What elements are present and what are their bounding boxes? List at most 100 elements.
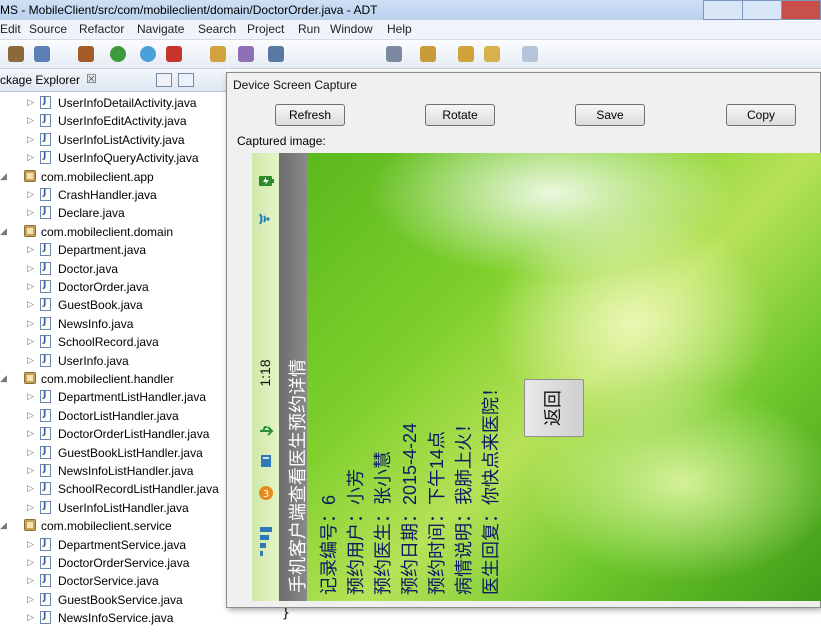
expanded-arrow-icon[interactable]: ◢ — [0, 226, 8, 236]
collapsed-arrow-icon[interactable]: ▷ — [27, 355, 35, 365]
menu-run[interactable]: Run — [298, 22, 320, 36]
copy-button[interactable]: Copy — [726, 104, 796, 126]
file-node[interactable]: ▷ GuestBookListHandler.java — [0, 444, 226, 462]
file-node[interactable]: ▷ NewsInfoService.java — [0, 609, 226, 627]
collapsed-arrow-icon[interactable]: ▷ — [27, 244, 35, 254]
collapsed-arrow-icon[interactable]: ▷ — [27, 263, 35, 273]
phone-page-title: 手机客户端查看医生预约详情 — [288, 359, 308, 593]
collapsed-arrow-icon[interactable]: ▷ — [27, 557, 35, 567]
menu-source[interactable]: Source — [29, 22, 67, 36]
file-node[interactable]: ▷ GuestBook.java — [0, 296, 226, 314]
menu-window[interactable]: Window — [330, 22, 373, 36]
menu-project[interactable]: Project — [247, 22, 284, 36]
collapsed-arrow-icon[interactable]: ▷ — [27, 410, 35, 420]
file-node[interactable]: ▷ DepartmentService.java — [0, 536, 226, 554]
file-node[interactable]: ▷ DoctorOrderService.java — [0, 554, 226, 572]
file-node[interactable]: ▷ UserInfoEditActivity.java — [0, 112, 226, 130]
file-node[interactable]: ▷ Declare.java — [0, 204, 226, 222]
menu-refactor[interactable]: Refactor — [79, 22, 124, 36]
collapsed-arrow-icon[interactable]: ▷ — [27, 502, 35, 512]
expanded-arrow-icon[interactable]: ◢ — [0, 171, 8, 181]
collapsed-arrow-icon[interactable]: ▷ — [27, 134, 35, 144]
debug-run-icon[interactable] — [140, 46, 156, 62]
file-node[interactable]: ▷ DoctorService.java — [0, 572, 226, 590]
rotate-button[interactable]: Rotate — [425, 104, 495, 126]
expanded-arrow-icon[interactable]: ◢ — [0, 373, 8, 383]
expanded-arrow-icon[interactable]: ◢ — [0, 520, 8, 530]
file-node[interactable]: ▷ UserInfoListHandler.java — [0, 499, 226, 517]
run-icon[interactable] — [110, 46, 126, 62]
search-icon[interactable] — [268, 46, 284, 62]
external-tools-icon[interactable] — [166, 46, 182, 62]
collapsed-arrow-icon[interactable]: ▷ — [27, 207, 35, 217]
annotation-icon[interactable] — [386, 46, 402, 62]
collapsed-arrow-icon[interactable]: ▷ — [27, 594, 35, 604]
package-node[interactable]: ◢ com.mobileclient.domain — [0, 223, 226, 241]
tool-icon[interactable] — [78, 46, 94, 62]
refresh-button[interactable]: Refresh — [275, 104, 345, 126]
debug-icon[interactable] — [8, 46, 24, 62]
notification-count: 3 — [263, 489, 269, 500]
package-node[interactable]: ◢ com.mobileclient.service — [0, 517, 226, 535]
file-node[interactable]: ▷ SchoolRecord.java — [0, 333, 226, 351]
collapsed-arrow-icon[interactable]: ▷ — [27, 465, 35, 475]
forward-arrow-icon[interactable] — [484, 46, 500, 62]
tree-label: Doctor.java — [58, 261, 119, 276]
file-node[interactable]: ▷ NewsInfoListHandler.java — [0, 462, 226, 480]
file-node[interactable]: ▷ DoctorListHandler.java — [0, 407, 226, 425]
file-node[interactable]: ▷ Doctor.java — [0, 260, 226, 278]
collapsed-arrow-icon[interactable]: ▷ — [27, 115, 35, 125]
package-node[interactable]: ◢ com.mobileclient.app — [0, 168, 226, 186]
java-file-icon — [40, 280, 51, 293]
close-button[interactable] — [781, 0, 821, 20]
menu-edit[interactable]: Edit — [0, 22, 21, 36]
link-editor-icon[interactable] — [178, 73, 194, 87]
open-folder-icon[interactable] — [210, 46, 226, 62]
back-button[interactable]: 返回 — [524, 379, 584, 437]
menu-search[interactable]: Search — [198, 22, 236, 36]
menu-help[interactable]: Help — [387, 22, 412, 36]
collapsed-arrow-icon[interactable]: ▷ — [27, 391, 35, 401]
close-view-icon[interactable]: ☒ — [86, 72, 97, 86]
next-annotation-icon[interactable] — [420, 46, 436, 62]
file-node[interactable]: ▷ NewsInfo.java — [0, 315, 226, 333]
back-arrow-icon[interactable] — [458, 46, 474, 62]
collapsed-arrow-icon[interactable]: ▷ — [27, 97, 35, 107]
collapsed-arrow-icon[interactable]: ▷ — [27, 281, 35, 291]
file-node[interactable]: ▷ UserInfoDetailActivity.java — [0, 94, 226, 112]
file-node[interactable]: ▷ CrashHandler.java — [0, 186, 226, 204]
build-icon[interactable] — [34, 46, 50, 62]
window-title: MS - MobileClient/src/com/mobileclient/d… — [0, 3, 378, 17]
maximize-button[interactable] — [742, 0, 782, 20]
collapsed-arrow-icon[interactable]: ▷ — [27, 428, 35, 438]
file-node[interactable]: ▷ SchoolRecordListHandler.java — [0, 480, 226, 498]
collapsed-arrow-icon[interactable]: ▷ — [27, 336, 35, 346]
file-node[interactable]: ▷ DepartmentListHandler.java — [0, 388, 226, 406]
file-node[interactable]: ▷ UserInfoListActivity.java — [0, 131, 226, 149]
save-button[interactable]: Save — [575, 104, 645, 126]
collapsed-arrow-icon[interactable]: ▷ — [27, 299, 35, 309]
file-node[interactable]: ▷ GuestBookService.java — [0, 591, 226, 609]
menu-navigate[interactable]: Navigate — [137, 22, 184, 36]
collapsed-arrow-icon[interactable]: ▷ — [27, 539, 35, 549]
file-node[interactable]: ▷ Department.java — [0, 241, 226, 259]
collapse-all-icon[interactable] — [156, 73, 172, 87]
file-node[interactable]: ▷ UserInfo.java — [0, 352, 226, 370]
file-node[interactable]: ▷ UserInfoQueryActivity.java — [0, 149, 226, 167]
last-edit-icon[interactable] — [522, 46, 538, 62]
collapsed-arrow-icon[interactable]: ▷ — [27, 447, 35, 457]
minimize-button[interactable] — [703, 0, 743, 20]
collapsed-arrow-icon[interactable]: ▷ — [27, 189, 35, 199]
collapsed-arrow-icon[interactable]: ▷ — [27, 575, 35, 585]
collapsed-arrow-icon[interactable]: ▷ — [27, 612, 35, 622]
collapsed-arrow-icon[interactable]: ▷ — [27, 318, 35, 328]
open-type-icon[interactable] — [238, 46, 254, 62]
file-node[interactable]: ▷ DoctorOrder.java — [0, 278, 226, 296]
collapsed-arrow-icon[interactable]: ▷ — [27, 152, 35, 162]
file-node[interactable]: ▷ DoctorOrderListHandler.java — [0, 425, 226, 443]
tree-label: DoctorOrderListHandler.java — [58, 427, 210, 442]
package-node[interactable]: ◢ com.mobileclient.handler — [0, 370, 226, 388]
order-date-line: 预约日期：2015-4-24 — [400, 422, 420, 595]
collapsed-arrow-icon[interactable]: ▷ — [27, 483, 35, 493]
tree-label: UserInfoDetailActivity.java — [58, 96, 197, 110]
